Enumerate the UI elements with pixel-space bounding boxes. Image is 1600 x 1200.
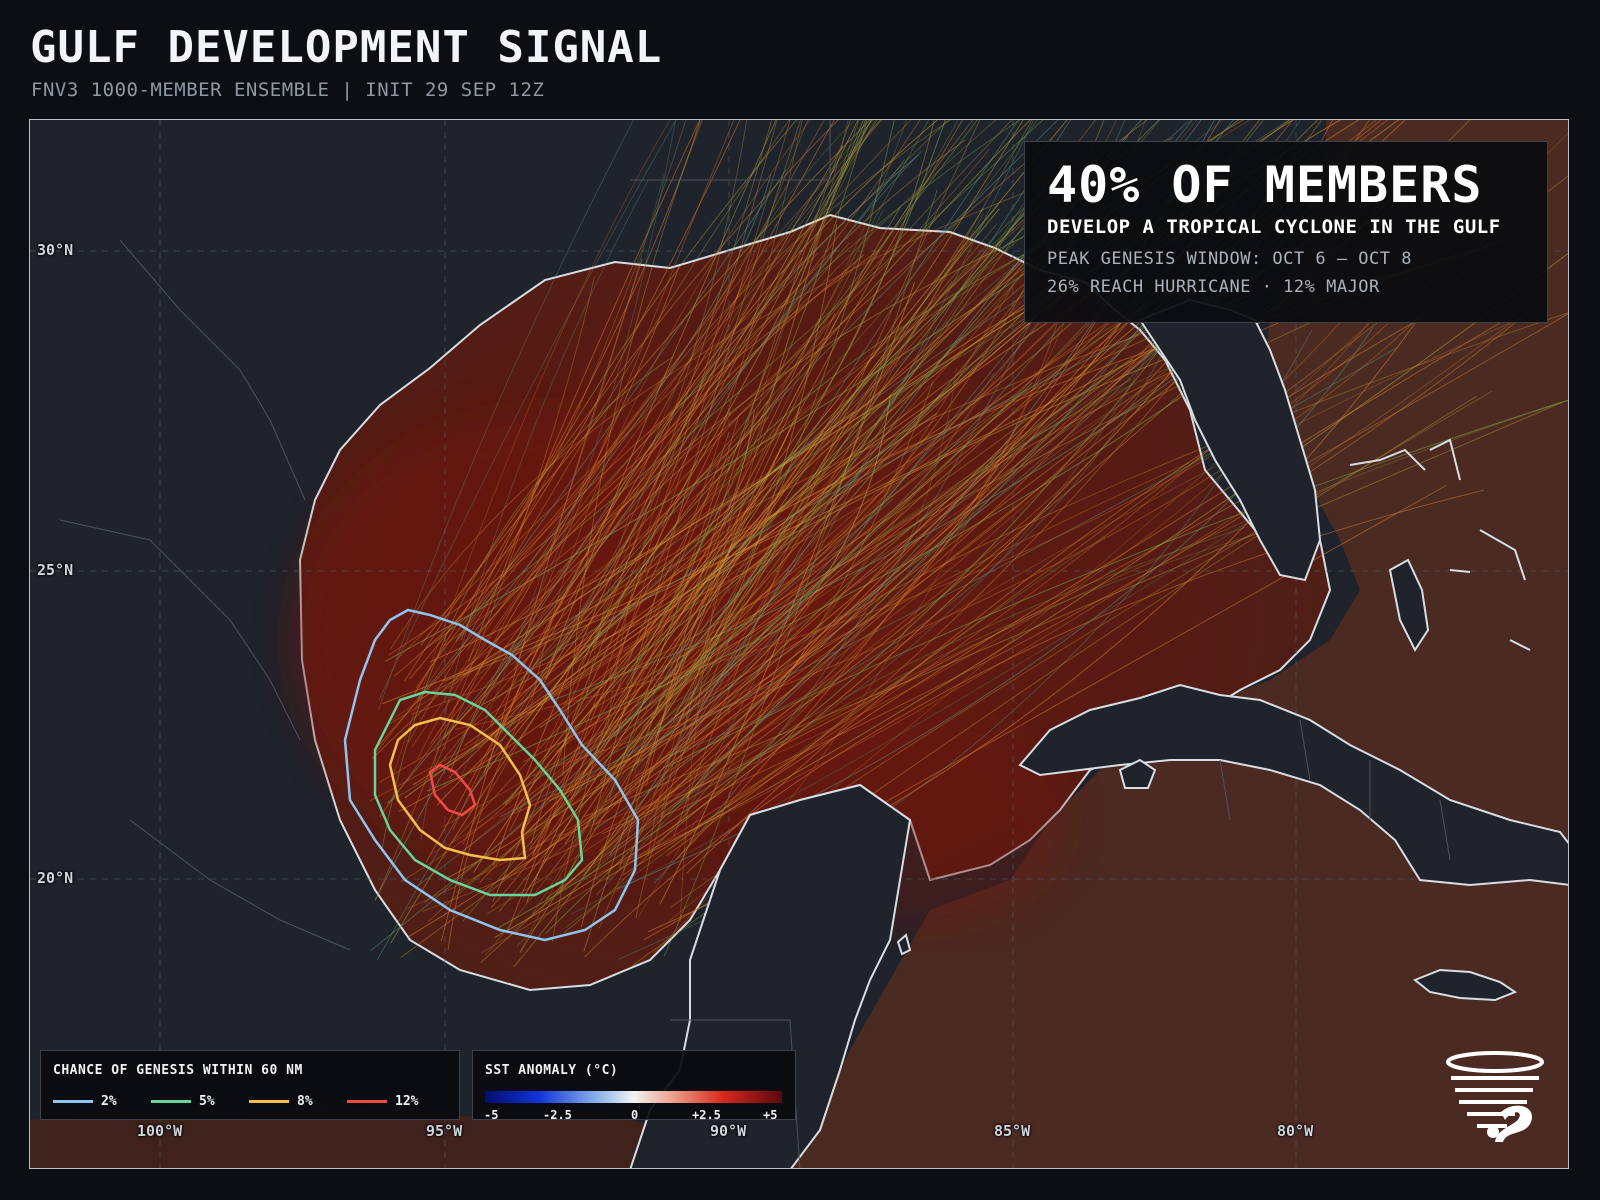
legend-swatch-12pct xyxy=(347,1100,387,1103)
legend-item-8pct: 8% xyxy=(249,1094,313,1109)
sst-tick-minus5: -5 xyxy=(484,1108,499,1122)
callout-headline: 40% OF MEMBERS xyxy=(1047,156,1483,214)
lon-label-100: 100°W xyxy=(137,1122,183,1140)
legend-item-2pct: 2% xyxy=(53,1094,117,1109)
sst-tick-plus5: +5 xyxy=(763,1108,778,1122)
tornado-logo-icon xyxy=(1446,1051,1544,1142)
legend-label-2pct: 2% xyxy=(101,1094,117,1109)
sst-tick-plus2p5: +2.5 xyxy=(692,1108,721,1122)
callout-subhead: DEVELOP A TROPICAL CYCLONE IN THE GULF xyxy=(1047,216,1501,238)
sst-legend: SST ANOMALY (°C) -5 -2.5 0 +2.5 +5 xyxy=(472,1050,796,1122)
lon-label-80: 80°W xyxy=(1277,1122,1314,1140)
callout-intensity-stats: 26% REACH HURRICANE · 12% MAJOR xyxy=(1047,277,1380,297)
page-title: GULF DEVELOPMENT SIGNAL xyxy=(30,22,663,73)
sst-legend-title: SST ANOMALY (°C) xyxy=(485,1063,619,1078)
lon-label-90: 90°W xyxy=(710,1122,747,1140)
lat-label-20: 20°N xyxy=(37,869,74,887)
sst-colorbar xyxy=(485,1091,782,1103)
legend-swatch-5pct xyxy=(151,1100,191,1103)
lon-label-95: 95°W xyxy=(426,1122,463,1140)
legend-item-5pct: 5% xyxy=(151,1094,215,1109)
legend-swatch-8pct xyxy=(249,1100,289,1103)
genesis-legend: CHANCE OF GENESIS WITHIN 60 NM 2% 5% 8% … xyxy=(40,1050,460,1120)
sst-tick-minus2p5: -2.5 xyxy=(543,1108,572,1122)
page-subtitle: FNV3 1000-MEMBER ENSEMBLE | INIT 29 SEP … xyxy=(31,79,545,101)
summary-callout: 40% OF MEMBERS DEVELOP A TROPICAL CYCLON… xyxy=(1024,141,1548,323)
legend-label-12pct: 12% xyxy=(395,1094,419,1109)
sst-tick-zero: 0 xyxy=(631,1108,639,1122)
legend-label-5pct: 5% xyxy=(199,1094,215,1109)
lat-label-25: 25°N xyxy=(37,561,74,579)
legend-swatch-2pct xyxy=(53,1100,93,1103)
lon-label-85: 85°W xyxy=(994,1122,1031,1140)
lat-label-30: 30°N xyxy=(37,241,74,259)
genesis-legend-title: CHANCE OF GENESIS WITHIN 60 NM xyxy=(53,1063,303,1078)
callout-genesis-window: PEAK GENESIS WINDOW: OCT 6 – OCT 8 xyxy=(1047,249,1412,269)
legend-label-8pct: 8% xyxy=(297,1094,313,1109)
legend-item-12pct: 12% xyxy=(347,1094,418,1109)
